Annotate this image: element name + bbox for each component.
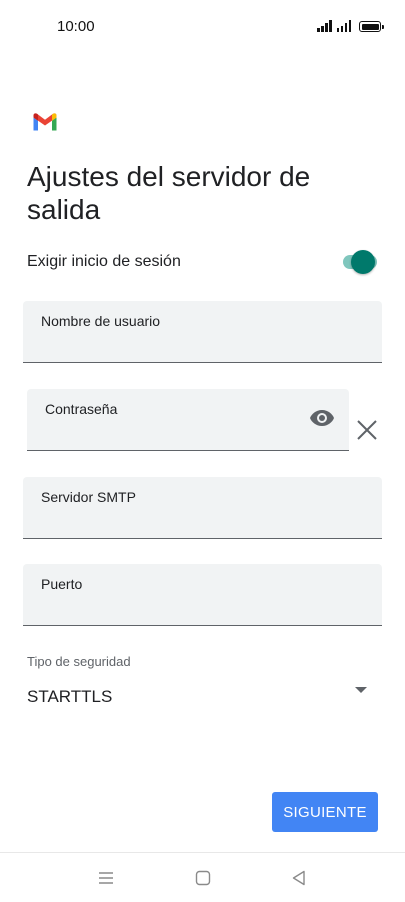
security-type-select[interactable]: STARTTLS	[27, 687, 112, 707]
status-time: 10:00	[57, 18, 95, 35]
security-type-label: Tipo de seguridad	[27, 654, 131, 669]
smtp-server-field[interactable]: Servidor SMTP	[23, 477, 382, 539]
toggle-thumb[interactable]	[351, 250, 375, 274]
username-label: Nombre de usuario	[41, 313, 161, 329]
page-title: Ajustes del servidor de salida	[27, 161, 311, 225]
signal-icon	[317, 19, 332, 32]
smtp-server-label: Servidor SMTP	[41, 489, 136, 505]
close-icon[interactable]	[355, 418, 379, 442]
back-icon[interactable]	[290, 869, 308, 887]
port-label: Puerto	[41, 576, 83, 592]
navigation-bar	[0, 852, 405, 902]
password-field[interactable]: Contraseña	[27, 389, 349, 451]
gmail-logo	[33, 113, 57, 131]
eye-icon[interactable]	[309, 409, 335, 427]
home-icon[interactable]	[194, 869, 212, 887]
next-button[interactable]: SIGUIENTE	[272, 792, 378, 832]
menu-icon[interactable]	[97, 869, 115, 887]
status-icons	[317, 19, 384, 32]
signal-icon-2	[336, 19, 351, 32]
port-field[interactable]: Puerto	[23, 564, 382, 626]
username-field[interactable]: Nombre de usuario	[23, 301, 382, 363]
require-login-label: Exigir inicio de sesión	[27, 253, 181, 270]
password-label: Contraseña	[45, 401, 118, 417]
status-bar: 10:00	[0, 0, 405, 52]
require-login-row: Exigir inicio de sesión	[27, 247, 377, 277]
battery-icon	[359, 21, 384, 32]
dropdown-arrow-icon[interactable]	[354, 686, 368, 694]
